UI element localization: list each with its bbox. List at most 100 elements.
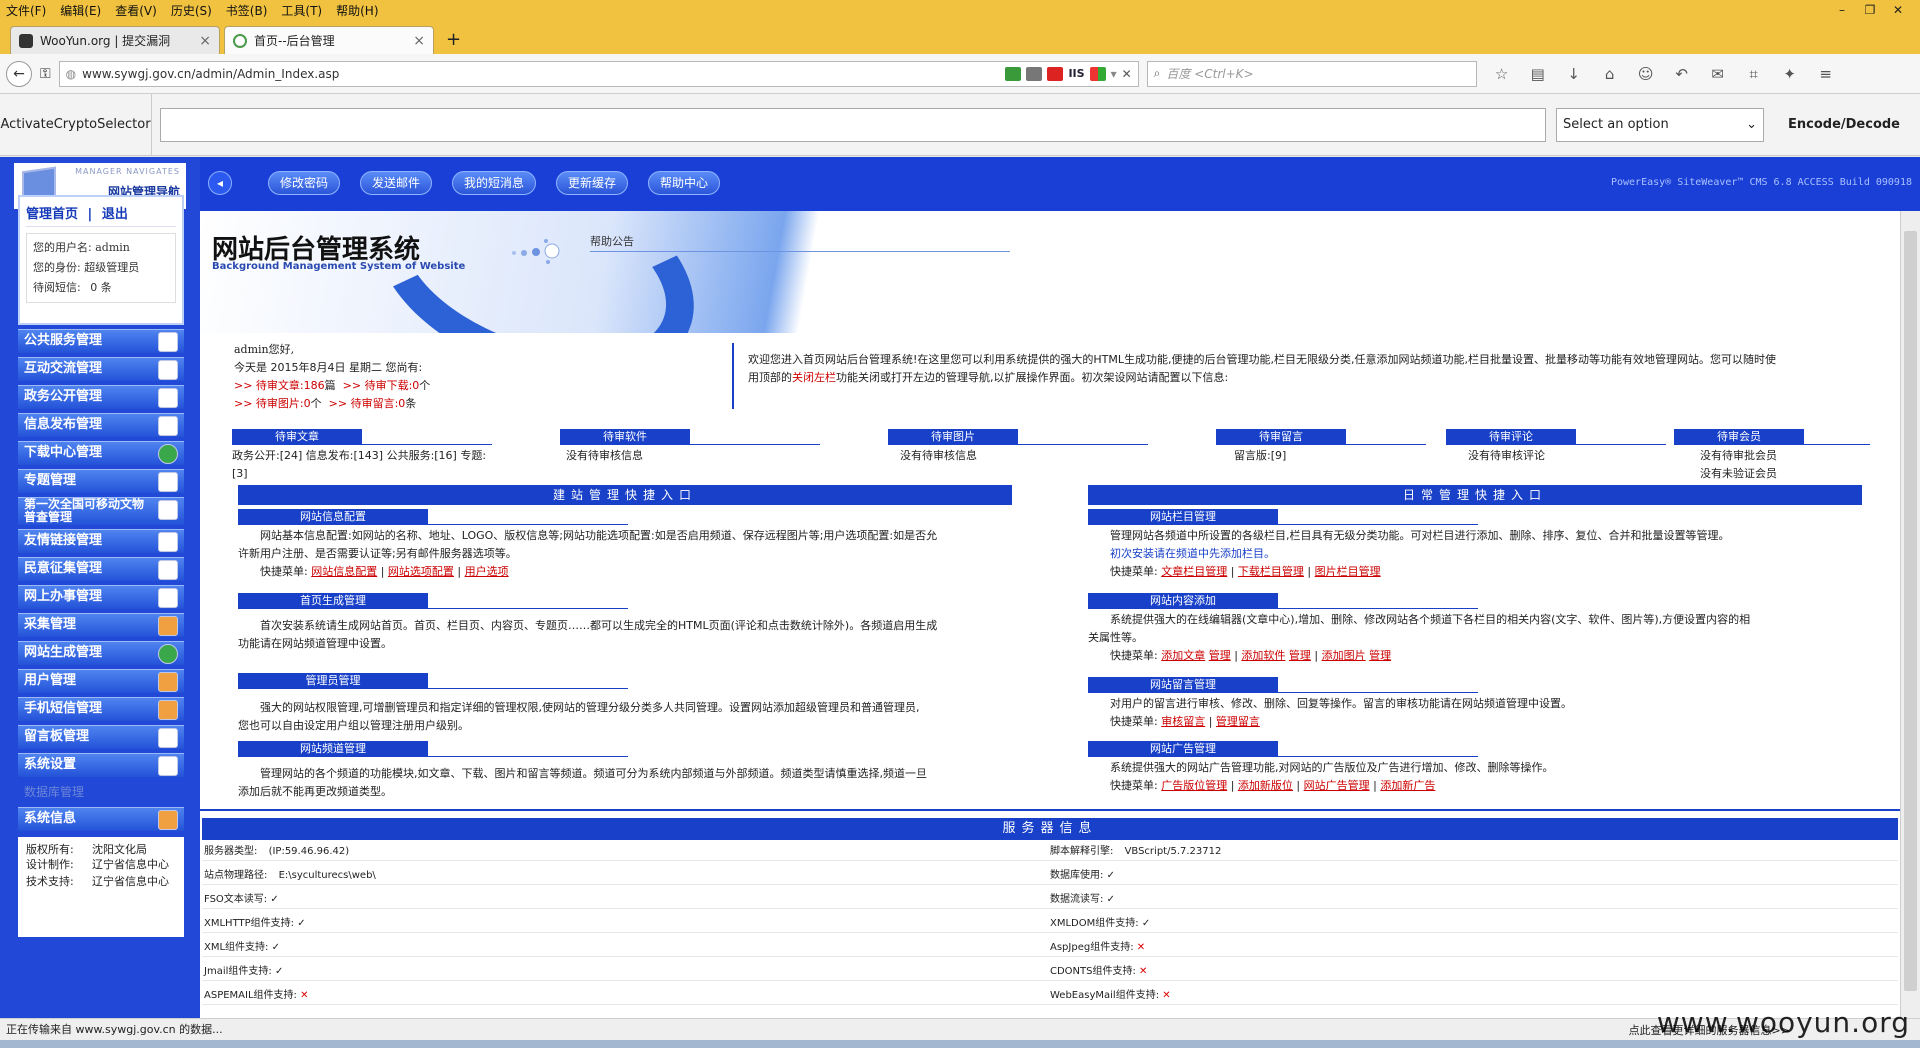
extension-icon[interactable]: ✦ — [1777, 65, 1803, 83]
my-messages-button[interactable]: 我的短消息 — [452, 171, 536, 195]
add-article-link[interactable]: 添加文章 — [1161, 649, 1205, 662]
sidebar-item-download-center[interactable]: 下载中心管理 — [18, 441, 184, 465]
desc-line: 关属性等。 — [1088, 631, 1143, 644]
sidebar-item-relic-census[interactable]: 第一次全国可移动文物普查管理 — [18, 497, 184, 525]
sidebar-system-info-header[interactable]: 系统信息 — [18, 807, 184, 831]
image-column-link[interactable]: 图片栏目管理 — [1315, 565, 1381, 578]
restore-icon[interactable]: ❐ — [1856, 0, 1884, 20]
tab-label: 首页--后台管理 — [254, 34, 335, 48]
minimize-icon[interactable]: – — [1828, 0, 1856, 20]
help-center-button[interactable]: 帮助中心 — [648, 171, 720, 195]
scrollbar-thumb[interactable] — [1904, 231, 1917, 991]
collapse-arrow-icon[interactable]: ◂ — [208, 171, 232, 195]
shield-icon[interactable] — [1005, 66, 1022, 81]
site-info-config-link[interactable]: 网站信息配置 — [311, 565, 377, 578]
add-image-link[interactable]: 添加图片 — [1322, 649, 1366, 662]
pending-image-unit: 个 — [310, 397, 322, 410]
sidebar-item-guestbook[interactable]: 留言板管理 — [18, 725, 184, 749]
download-column-link[interactable]: 下载栏目管理 — [1238, 565, 1304, 578]
welcome-line-2: 用顶部的关闭左栏功能关闭或打开左边的管理导航,以扩展操作界面。初次架设网站请配置… — [748, 369, 1898, 387]
manage-article-link[interactable]: 管理 — [1209, 649, 1231, 662]
server-key: CDONTS组件支持: — [1050, 966, 1136, 977]
sidebar-item-info-publish[interactable]: 信息发布管理 — [18, 413, 184, 437]
sidebar-item-label: 系统设置 — [24, 757, 77, 772]
change-password-button[interactable]: 修改密码 — [268, 171, 340, 195]
sidebar-item-public-service[interactable]: 公共服务管理 — [18, 329, 184, 353]
menu-view[interactable]: 查看(V) — [115, 2, 157, 19]
cms-version: PowerEasy® SiteWeaver™ CMS 6.8 ACCESS Bu… — [1610, 177, 1912, 188]
hamburger-menu-icon[interactable]: ≡ — [1813, 65, 1839, 83]
dropdown-icon[interactable]: ▾ — [1111, 67, 1117, 81]
undo-icon[interactable]: ↶ — [1669, 65, 1695, 83]
close-sidebar-link[interactable]: 关闭左栏 — [792, 371, 836, 384]
bookmark-star-icon[interactable]: ☆ — [1489, 65, 1515, 83]
sidebar-item-site-generation[interactable]: 网站生成管理 — [18, 641, 184, 665]
scrollbar[interactable] — [1900, 211, 1920, 1018]
crop-icon[interactable]: ⌗ — [1741, 65, 1767, 83]
menu-history[interactable]: 历史(S) — [171, 2, 212, 19]
update-cache-button[interactable]: 更新缓存 — [556, 171, 628, 195]
site-option-config-link[interactable]: 网站选项配置 — [388, 565, 454, 578]
logout-link[interactable]: 退出 — [102, 207, 128, 222]
edit-note-icon — [158, 588, 178, 608]
menu-help[interactable]: 帮助(H) — [336, 2, 378, 19]
hackbar-label[interactable]: ActivateCryptoSelector — [0, 93, 152, 156]
sidebar-item-public-opinion[interactable]: 民意征集管理 — [18, 557, 184, 581]
edit-note-icon — [158, 388, 178, 408]
sidebar-item-interaction[interactable]: 互动交流管理 — [18, 357, 184, 381]
desc-line: 网站基本信息配置:如网站的名称、地址、LOGO、版权信息等;网站功能选项配置:如… — [260, 529, 938, 542]
sidebar-item-users[interactable]: 用户管理 — [18, 669, 184, 693]
sidebar-item-gov-affairs[interactable]: 政务公开管理 — [18, 385, 184, 409]
close-tab-icon[interactable]: × — [199, 33, 211, 49]
article-column-link[interactable]: 文章栏目管理 — [1161, 565, 1227, 578]
sidebar-item-label: 手机短信管理 — [24, 701, 103, 716]
sidebar-item-database[interactable]: 数据库管理 — [24, 783, 84, 800]
manage-image-link[interactable]: 管理 — [1369, 649, 1391, 662]
back-arrow-icon[interactable]: ← — [6, 60, 32, 87]
sidebar-item-topics[interactable]: 专题管理 — [18, 469, 184, 493]
cross-icon: ✕ — [1162, 990, 1171, 1001]
admin-home-link[interactable]: 管理首页 — [26, 207, 78, 222]
review-message-link[interactable]: 审核留言 — [1161, 715, 1205, 728]
stop-icon[interactable]: ✕ — [1122, 67, 1132, 81]
add-software-link[interactable]: 添加软件 — [1241, 649, 1285, 662]
address-bar[interactable]: ◍ www.sywgj.gov.cn/admin/Admin_Index.asp… — [58, 60, 1139, 87]
sidebar-item-friend-links[interactable]: 友情链接管理 — [18, 529, 184, 553]
add-ad-link[interactable]: 添加新广告 — [1380, 779, 1435, 792]
user-option-link[interactable]: 用户选项 — [465, 565, 509, 578]
chat-icon[interactable]: ☺ — [1633, 65, 1659, 83]
manage-software-link[interactable]: 管理 — [1289, 649, 1311, 662]
close-window-icon[interactable]: ✕ — [1884, 0, 1912, 20]
menu-bookmarks[interactable]: 书签(B) — [226, 2, 268, 19]
encode-decode-button[interactable]: Encode/Decode — [1774, 117, 1914, 132]
qr-code-icon[interactable] — [1026, 66, 1043, 81]
server-key: 脚本解释引擎: — [1050, 846, 1114, 857]
home-icon[interactable]: ⌂ — [1597, 65, 1623, 83]
tab-admin-home[interactable]: 首页--后台管理 × — [224, 26, 434, 54]
globe-icon: ◍ — [65, 66, 77, 81]
add-slot-link[interactable]: 添加新版位 — [1238, 779, 1293, 792]
manage-message-link[interactable]: 管理留言 — [1216, 715, 1260, 728]
site-ad-link[interactable]: 网站广告管理 — [1304, 779, 1370, 792]
comment-icon[interactable]: ✉ — [1705, 65, 1731, 83]
new-tab-icon[interactable]: + — [438, 26, 469, 54]
send-email-button[interactable]: 发送邮件 — [360, 171, 432, 195]
search-input[interactable]: ⌕ 百度 <Ctrl+K> — [1146, 60, 1477, 87]
menu-edit[interactable]: 编辑(E) — [60, 2, 101, 19]
hackbar-input[interactable] — [160, 107, 1546, 142]
messages-label: 待阅短信: — [33, 281, 81, 294]
close-tab-icon[interactable]: × — [413, 33, 425, 49]
sidebar-item-sms[interactable]: 手机短信管理 — [18, 697, 184, 721]
sidebar-item-settings[interactable]: 系统设置 — [18, 753, 184, 777]
download-icon[interactable]: ↓ — [1561, 65, 1587, 83]
divider — [1346, 444, 1426, 445]
sidebar-item-collection[interactable]: 采集管理 — [18, 613, 184, 637]
ad-slot-link[interactable]: 广告版位管理 — [1161, 779, 1227, 792]
menu-file[interactable]: 文件(F) — [6, 2, 46, 19]
hackbar-select[interactable]: Select an option ⌄ — [1556, 107, 1764, 142]
key-icon[interactable]: ⚿ — [40, 66, 51, 82]
reading-list-icon[interactable]: ▤ — [1525, 65, 1551, 83]
tab-wooyun[interactable]: WooYun.org | 提交漏洞 × — [10, 26, 220, 54]
menu-tools[interactable]: 工具(T) — [281, 2, 322, 19]
sidebar-item-online-service[interactable]: 网上办事管理 — [18, 585, 184, 609]
